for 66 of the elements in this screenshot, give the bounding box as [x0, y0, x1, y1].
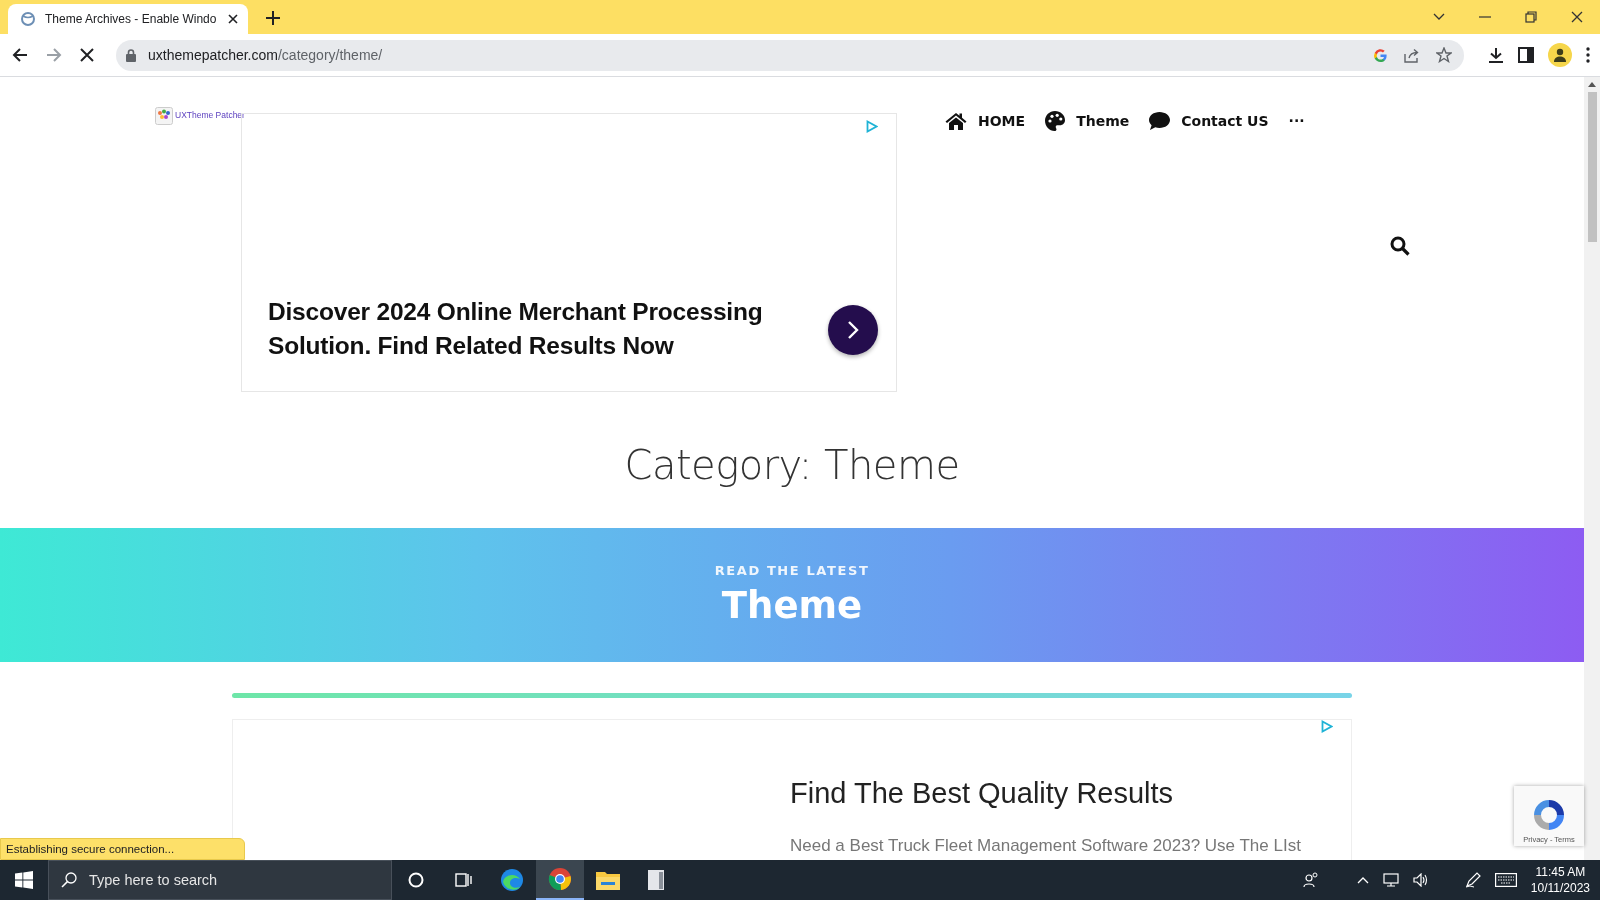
- scrollbar[interactable]: [1584, 77, 1600, 860]
- search-icon: [61, 872, 77, 888]
- address-bar[interactable]: uxthemepatcher.com/category/theme/: [116, 39, 1464, 71]
- ad-choices-icon: [866, 120, 878, 133]
- banner-kicker: READ THE LATEST: [714, 563, 870, 578]
- download-icon[interactable]: [1488, 47, 1504, 63]
- nav-link[interactable]: HOME: [945, 112, 1026, 130]
- person-icon: [1553, 48, 1567, 62]
- google-icon[interactable]: [1373, 47, 1388, 63]
- recaptcha-icon: [1531, 797, 1567, 833]
- ad-headline[interactable]: Find The Best Quality Results: [790, 777, 1351, 810]
- keyboard-icon[interactable]: [1494, 873, 1517, 887]
- menu-icon[interactable]: [1586, 47, 1590, 63]
- network-icon[interactable]: [1382, 873, 1399, 887]
- chrome-icon: [548, 867, 572, 891]
- stop-icon[interactable]: [80, 48, 94, 62]
- speech-bubble-icon: [1149, 112, 1171, 130]
- folder-icon: [596, 870, 620, 890]
- chevron-right-icon: [847, 320, 859, 340]
- chevron-down-icon[interactable]: [1433, 13, 1445, 21]
- forward-arrow-icon[interactable]: [46, 47, 62, 63]
- logo-icon: [155, 107, 173, 125]
- ad-headline: Discover 2024 Online Merchant Processing Solution. Find Related Results Now: [268, 297, 764, 361]
- close-icon[interactable]: [228, 14, 238, 24]
- tab-title: Theme Archives - Enable Windo: [45, 12, 218, 26]
- scroll-up-arrow-icon[interactable]: [1588, 82, 1596, 87]
- window-icon: [646, 869, 666, 891]
- clock-date: 10/11/2023: [1530, 880, 1590, 896]
- people-icon[interactable]: [1302, 872, 1319, 888]
- side-panel-icon[interactable]: [1518, 47, 1534, 63]
- pen-icon[interactable]: [1464, 872, 1481, 888]
- nav-link[interactable]: Theme: [1045, 111, 1130, 131]
- share-icon[interactable]: [1404, 47, 1420, 63]
- nav-link[interactable]: Contact US: [1149, 112, 1269, 130]
- windows-icon[interactable]: [15, 871, 33, 889]
- back-arrow-icon[interactable]: [12, 47, 28, 63]
- plus-icon[interactable]: [266, 11, 280, 25]
- volume-icon[interactable]: [1412, 873, 1429, 887]
- scrollbar-thumb[interactable]: [1587, 92, 1597, 242]
- globe-icon: [20, 11, 36, 27]
- search-button[interactable]: [1390, 236, 1410, 256]
- search-icon: [1390, 236, 1410, 256]
- browser-tab[interactable]: Theme Archives - Enable Windo: [8, 4, 248, 34]
- close-icon[interactable]: [1571, 11, 1583, 23]
- nav-link[interactable]: ···: [1288, 113, 1305, 129]
- profile-avatar[interactable]: [1548, 43, 1572, 67]
- restore-icon[interactable]: [1525, 11, 1537, 23]
- ad-next-button[interactable]: [828, 305, 878, 355]
- circle-icon: [408, 872, 424, 888]
- edge-icon: [500, 868, 524, 892]
- category-heading: Category: Theme: [623, 442, 961, 488]
- taskbar-search-field[interactable]: Type here to search: [48, 860, 392, 900]
- status-message: Establishing secure connection...: [0, 838, 246, 860]
- palette-icon: [1045, 111, 1066, 131]
- ad-choices-icon: [1321, 720, 1333, 733]
- home-icon: [945, 112, 967, 130]
- banner-title: Theme: [721, 584, 863, 627]
- lock-icon: [126, 48, 136, 62]
- taskbar-app[interactable]: [536, 860, 584, 900]
- star-icon[interactable]: [1436, 47, 1452, 63]
- url-text: uxthemepatcher.com/category/theme/: [148, 47, 384, 63]
- ad-text: Need a Best Truck Fleet Management Software 2023? Use The LIst: [790, 836, 1302, 856]
- task-view-icon: [455, 872, 473, 888]
- clock-time: 11:45 AM: [1535, 864, 1586, 880]
- taskbar-clock[interactable]: 11:45 AM 10/11/2023: [1530, 864, 1590, 896]
- chevron-up-icon[interactable]: [1356, 876, 1369, 884]
